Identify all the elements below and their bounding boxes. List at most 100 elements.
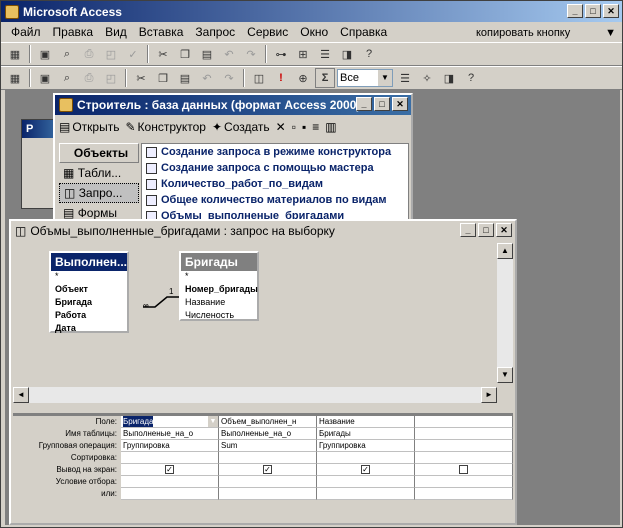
table-pane-vscroll[interactable]: ▲ ▼ (497, 243, 513, 383)
field-item[interactable]: Бригада (51, 297, 127, 310)
menu-insert[interactable]: Вставка (133, 23, 190, 41)
run-icon[interactable]: ! (271, 68, 291, 88)
build-icon[interactable]: ✧ (417, 68, 437, 88)
menu-file[interactable]: Файл (5, 23, 47, 41)
grid-cell[interactable] (415, 428, 513, 440)
show-checkbox[interactable]: ✓ (165, 465, 174, 474)
large-icons-icon[interactable]: ▫ (292, 120, 296, 134)
help-icon[interactable]: ? (461, 68, 481, 88)
print-icon[interactable]: ⎙ (79, 44, 99, 64)
search-icon[interactable]: ⌕ (57, 44, 77, 64)
field-item[interactable]: * (51, 271, 127, 284)
view-icon[interactable]: ▦ (5, 44, 25, 64)
scroll-up-icon[interactable]: ▲ (497, 243, 513, 259)
query-type-icon[interactable]: ◫ (249, 68, 269, 88)
grid-cell[interactable] (121, 476, 219, 488)
small-icons-icon[interactable]: ▪ (302, 120, 306, 134)
menu-query[interactable]: Запрос (189, 23, 241, 41)
menu-window[interactable]: Окно (294, 23, 334, 41)
grid-cell[interactable] (219, 476, 317, 488)
menu-view[interactable]: Вид (99, 23, 133, 41)
db-close-button[interactable]: ✕ (392, 97, 408, 111)
menu-tools[interactable]: Сервис (241, 23, 294, 41)
grid-cell[interactable]: Группировка (317, 440, 415, 452)
undo-icon[interactable]: ↶ (197, 68, 217, 88)
copy-icon[interactable]: ❐ (175, 44, 195, 64)
help-search-box[interactable]: копировать кнопку ▼ (476, 25, 616, 41)
preview-icon[interactable]: ◰ (101, 44, 121, 64)
grid-cell[interactable] (415, 416, 513, 428)
totals-icon[interactable]: Σ (315, 68, 335, 88)
delete-icon[interactable]: ✕ (276, 120, 286, 134)
query-maximize-button[interactable]: □ (478, 223, 494, 237)
save-icon[interactable]: ▣ (35, 44, 55, 64)
properties-icon[interactable]: ☰ (315, 44, 335, 64)
show-checkbox[interactable]: ✓ (263, 465, 272, 474)
grid-cell[interactable] (219, 452, 317, 464)
db-minimize-button[interactable]: _ (356, 97, 372, 111)
scroll-right-icon[interactable]: ► (481, 387, 497, 403)
spell-icon[interactable]: ✓ (123, 44, 143, 64)
table-pane-hscroll[interactable]: ◄ ► (13, 387, 497, 403)
minimize-button[interactable]: _ (567, 4, 583, 18)
table-box-brigades[interactable]: Бригады * Номер_бригады Название Числено… (179, 251, 259, 321)
field-item[interactable]: * (181, 271, 257, 284)
field-item[interactable]: Работа (51, 310, 127, 323)
paste-icon[interactable]: ▤ (175, 68, 195, 88)
show-checkbox[interactable] (459, 465, 468, 474)
grid-cell[interactable]: Объем_выполнен_н (219, 416, 317, 428)
print-icon[interactable]: ⎙ (79, 68, 99, 88)
save-icon[interactable]: ▣ (35, 68, 55, 88)
cut-icon[interactable]: ✂ (131, 68, 151, 88)
grid-cell[interactable] (415, 488, 513, 500)
analyze-icon[interactable]: ⊞ (293, 44, 313, 64)
relationships-icon[interactable]: ⊶ (271, 44, 291, 64)
table-box-completed[interactable]: Выполнен... * Объект Бригада Работа Дата (49, 251, 129, 333)
table-box-title[interactable]: Выполнен... (51, 253, 127, 271)
field-item[interactable]: Название (181, 297, 257, 310)
database-window[interactable]: Строитель : база данных (формат Access 2… (53, 93, 413, 223)
copy-icon[interactable]: ❐ (153, 68, 173, 88)
search-icon[interactable]: ⌕ (57, 68, 77, 88)
query-close-button[interactable]: ✕ (496, 223, 512, 237)
list-item[interactable]: Создание запроса с помощью мастера (142, 160, 408, 176)
scroll-down-icon[interactable]: ▼ (497, 367, 513, 383)
db-maximize-button[interactable]: □ (374, 97, 390, 111)
help-icon[interactable]: ? (359, 44, 379, 64)
query-design-window[interactable]: ◫ Объмы_выполненные_бригадами : запрос н… (9, 219, 517, 525)
open-button[interactable]: ▤ Открыть (59, 120, 119, 134)
grid-cell[interactable]: Название (317, 416, 415, 428)
grid-cell[interactable] (415, 452, 513, 464)
properties-icon[interactable]: ☰ (395, 68, 415, 88)
grid-cell[interactable] (219, 488, 317, 500)
scroll-left-icon[interactable]: ◄ (13, 387, 29, 403)
list-item[interactable]: Создание запроса в режиме конструктора (142, 144, 408, 160)
field-item[interactable]: Численость (181, 310, 257, 323)
grid-cell[interactable] (317, 476, 415, 488)
objects-header[interactable]: Объекты (59, 143, 139, 163)
new-object-icon[interactable]: ◨ (439, 68, 459, 88)
new-object-icon[interactable]: ◨ (337, 44, 357, 64)
field-item[interactable]: Номер_бригады (181, 284, 258, 297)
undo-icon[interactable]: ↶ (219, 44, 239, 64)
redo-icon[interactable]: ↷ (219, 68, 239, 88)
paste-icon[interactable]: ▤ (197, 44, 217, 64)
design-button[interactable]: ✎ Конструктор (125, 120, 205, 134)
field-item[interactable]: Дата (51, 323, 127, 336)
top-values-combo[interactable]: Все ▼ (337, 69, 393, 87)
grid-cell[interactable]: Выполненые_на_о (121, 428, 219, 440)
list-view-icon[interactable]: ≡ (312, 120, 319, 134)
cut-icon[interactable]: ✂ (153, 44, 173, 64)
show-table-icon[interactable]: ⊕ (293, 68, 313, 88)
field-item[interactable]: Объект (51, 284, 127, 297)
grid-cell[interactable] (121, 452, 219, 464)
redo-icon[interactable]: ↷ (241, 44, 261, 64)
maximize-button[interactable]: □ (585, 4, 601, 18)
menu-edit[interactable]: Правка (47, 23, 100, 41)
grid-cell[interactable] (317, 452, 415, 464)
objects-queries[interactable]: ◫ Запро... (59, 183, 139, 203)
grid-cell[interactable]: Группировка (121, 440, 219, 452)
grid-cell[interactable]: Бригады (317, 428, 415, 440)
create-button[interactable]: ✦ Создать (212, 120, 270, 134)
list-item[interactable]: Общее количество материалов по видам (142, 192, 408, 208)
